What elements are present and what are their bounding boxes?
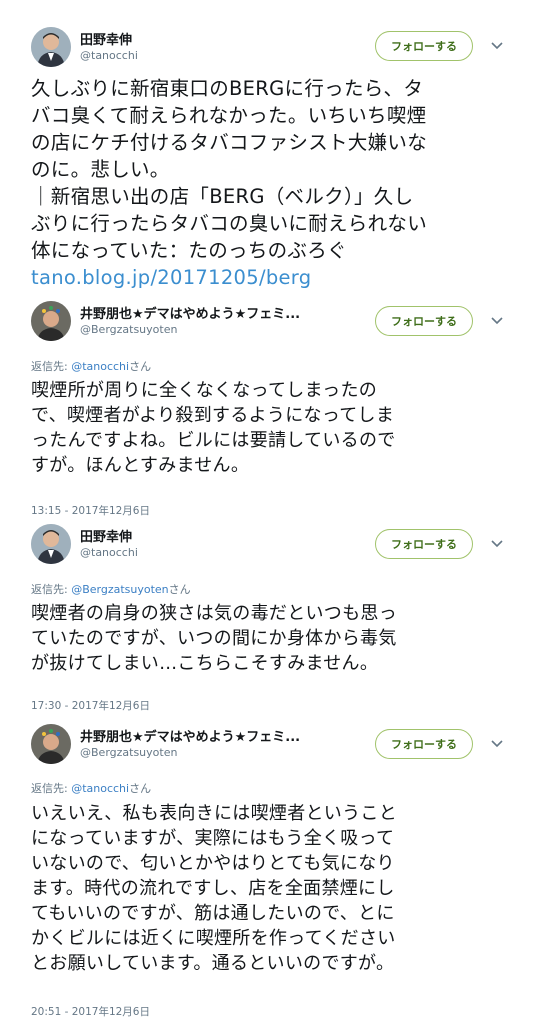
text-line: のに。悲しい。 <box>31 158 170 181</box>
text-line: が抜けてしまい…こちらこそすみません。 <box>31 653 379 674</box>
reply-mention[interactable]: @Bergzatsuyoten <box>71 583 168 596</box>
tweet-text: 喫煙者の肩身の狭さは気の毒だといつも思っ ていたのですが、いつの間にか身体から毒… <box>31 601 501 676</box>
person-avatar-icon <box>31 27 71 67</box>
display-name[interactable]: 井野朋也★デマはやめよう★フェミ... <box>80 303 300 322</box>
tweet-timestamp[interactable]: 17:30 - 2017年12月6日 <box>31 698 150 713</box>
reply-suffix: さん <box>168 583 191 596</box>
text-line: とお願いしています。通るといいのですが。 <box>31 953 395 974</box>
text-line: バコ臭くて耐えられなかった。いちいち喫煙 <box>31 104 427 127</box>
reply-mention[interactable]: @tanocchi <box>71 782 129 795</box>
text-line: いえいえ、私も表向きには喫煙者ということ <box>31 803 397 824</box>
reply-suffix: さん <box>129 782 152 795</box>
chevron-down-icon[interactable] <box>490 39 504 53</box>
text-line: ｜新宿思い出の店「BERG（ベルク）」久し <box>31 185 414 208</box>
text-line: の店にケチ付けるタバコファシスト大嫌いな <box>31 131 428 154</box>
user-handle[interactable]: @tanocchi <box>80 546 138 559</box>
article-link[interactable]: tano.blog.jp/20171205/berg <box>31 264 501 291</box>
text-line: ていたのですが、いつの間にか身体から毒気 <box>31 628 397 649</box>
avatar[interactable] <box>31 724 71 764</box>
user-handle[interactable]: @Bergzatsuyoten <box>80 323 177 336</box>
text-line: 久しぶりに新宿東口のBERGに行ったら、タ <box>31 77 424 100</box>
text-line: てもいいのですが、筋は通したいので、とに <box>31 903 395 924</box>
follow-button[interactable]: フォローする <box>375 729 473 759</box>
tweet-text: 久しぶりに新宿東口のBERGに行ったら、タ バコ臭くて耐えられなかった。いちいち… <box>31 75 501 291</box>
reply-prefix: 返信先: <box>31 583 72 596</box>
text-line: 喫煙所が周りに全くなくなってしまったの <box>31 380 378 401</box>
tweet-timestamp[interactable]: 13:15 - 2017年12月6日 <box>31 503 150 518</box>
text-line: 体になっていた：たのっちのぶろぐ <box>31 239 347 262</box>
tweet-text: 喫煙所が周りに全くなくなってしまったの で、喫煙者がより殺到するようになってしま… <box>31 378 501 478</box>
follow-button[interactable]: フォローする <box>375 306 473 336</box>
avatar[interactable] <box>31 524 71 564</box>
text-line: ます。時代の流れですし、店を全面禁煙にし <box>31 878 395 899</box>
follow-button[interactable]: フォローする <box>375 31 473 61</box>
reply-suffix: さん <box>129 360 152 373</box>
text-line: すが。ほんとすみません。 <box>31 455 250 476</box>
text-line: ぶりに行ったらタバコの臭いに耐えられない <box>31 212 428 235</box>
reply-prefix: 返信先: <box>31 360 72 373</box>
chevron-down-icon[interactable] <box>490 314 504 328</box>
person-avatar-icon <box>31 524 71 564</box>
display-name[interactable]: 田野幸伸 <box>80 29 132 48</box>
display-name[interactable]: 田野幸伸 <box>80 526 132 545</box>
user-handle[interactable]: @tanocchi <box>80 49 138 62</box>
text-line: ったんですよね。ビルには要請しているので <box>31 430 396 451</box>
reply-to-label: 返信先: @Bergzatsuyotenさん <box>31 581 191 597</box>
text-line: 喫煙者の肩身の狭さは気の毒だといつも思っ <box>31 603 397 624</box>
text-line: になっていますが、実際にはもう全く吸って <box>31 828 395 849</box>
chevron-down-icon[interactable] <box>490 537 504 551</box>
chevron-down-icon[interactable] <box>490 737 504 751</box>
reply-to-label: 返信先: @tanocchiさん <box>31 780 151 796</box>
text-line: いないので、匂いとかやはりとても気になり <box>31 853 395 874</box>
user-handle[interactable]: @Bergzatsuyoten <box>80 746 177 759</box>
follow-button[interactable]: フォローする <box>375 529 473 559</box>
reply-prefix: 返信先: <box>31 782 72 795</box>
text-line: かくビルには近くに喫煙所を作ってください <box>31 928 396 949</box>
person-avatar-icon <box>31 724 71 764</box>
tweet-text: いえいえ、私も表向きには喫煙者ということ になっていますが、実際にはもう全く吸っ… <box>31 801 501 976</box>
person-avatar-icon <box>31 301 71 341</box>
text-line: で、喫煙者がより殺到するようになってしま <box>31 405 395 426</box>
avatar[interactable] <box>31 27 71 67</box>
reply-to-label: 返信先: @tanocchiさん <box>31 358 151 374</box>
tweet-timestamp[interactable]: 20:51 - 2017年12月6日 <box>31 1004 150 1019</box>
avatar[interactable] <box>31 301 71 341</box>
reply-mention[interactable]: @tanocchi <box>71 360 129 373</box>
display-name[interactable]: 井野朋也★デマはやめよう★フェミ... <box>80 726 300 745</box>
